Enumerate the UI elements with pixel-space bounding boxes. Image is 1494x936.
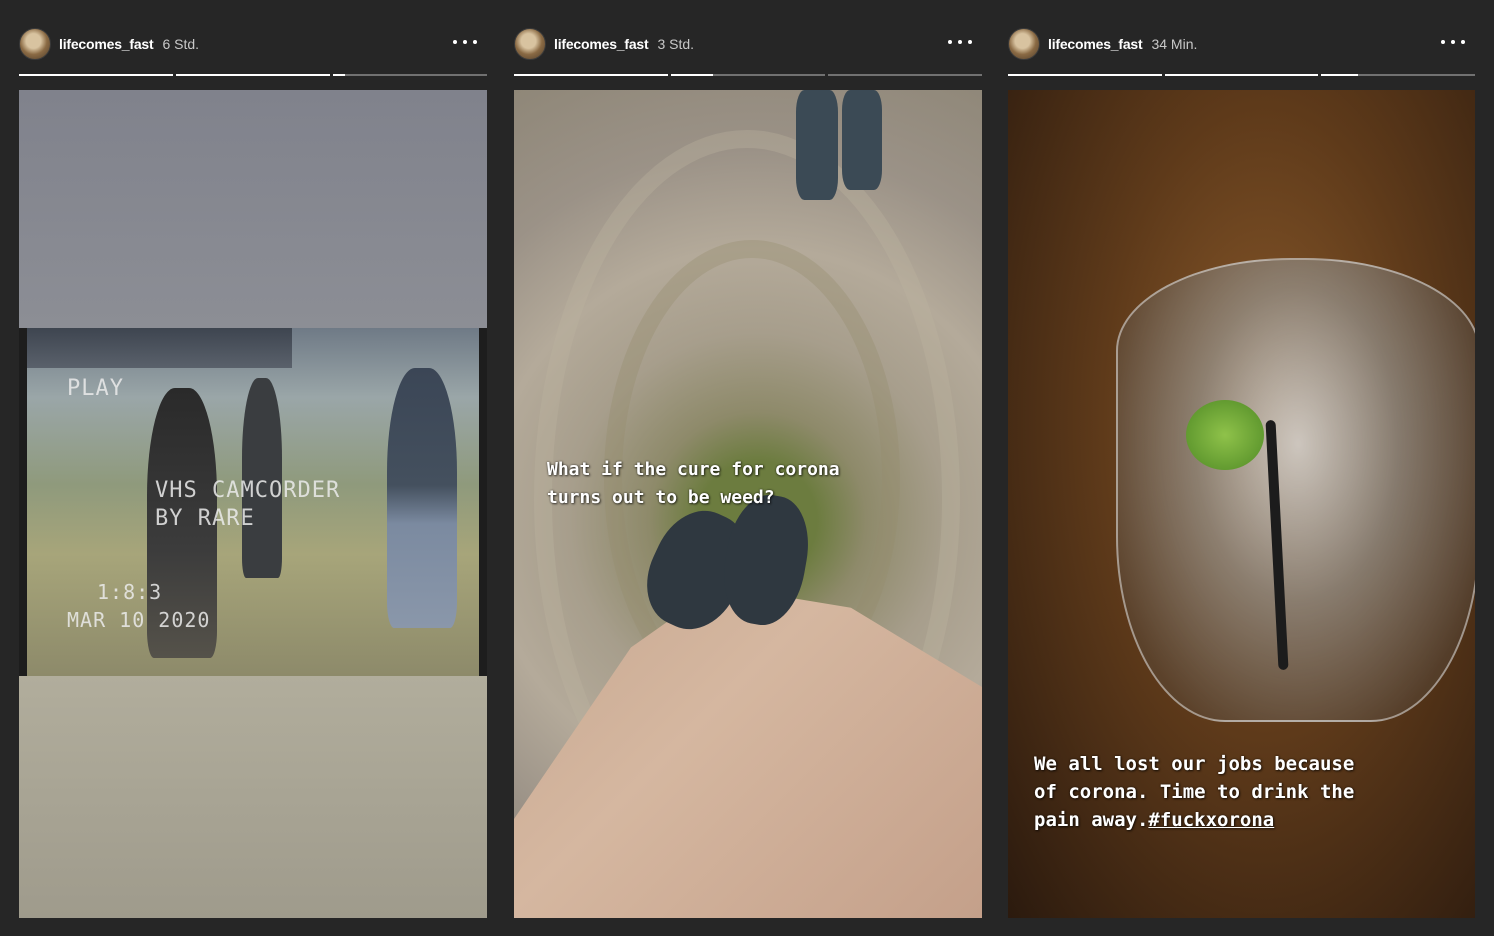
story-card-2[interactable]: lifecomes_fast 3 Std. What if the cure f…: [514, 0, 982, 936]
story-media-drink-photo[interactable]: We all lost our jobs because of corona. …: [1008, 90, 1475, 918]
story-progress-bar: [19, 74, 487, 76]
vhs-overlay-subtitle: BY RARE: [155, 506, 255, 531]
story-progress-bar: [514, 74, 982, 76]
lime-slice: [1186, 400, 1264, 470]
hashtag-link[interactable]: #fuckxorona: [1148, 809, 1274, 831]
post-time: 6 Std.: [162, 36, 200, 52]
blurred-background-top: [19, 90, 487, 328]
progress-segment: [828, 74, 982, 76]
story-caption: What if the cure for corona turns out to…: [547, 459, 840, 508]
more-options-icon[interactable]: [1441, 34, 1465, 50]
progress-segment: [671, 74, 825, 76]
avatar[interactable]: [1008, 28, 1040, 60]
vhs-photo: PLAY VHS CAMCORDER BY RARE 1:8:3 MAR 10 …: [19, 328, 487, 676]
vhs-overlay-date: MAR 10 2020: [67, 608, 211, 632]
more-options-icon[interactable]: [453, 34, 477, 50]
avatar[interactable]: [19, 28, 51, 60]
progress-segment: [514, 74, 668, 76]
post-time: 34 Min.: [1151, 36, 1198, 52]
story-progress-bar: [1008, 74, 1476, 76]
progress-segment: [333, 74, 487, 76]
progress-segment: [19, 74, 173, 76]
username[interactable]: lifecomes_fast: [554, 36, 649, 52]
progress-segment: [1321, 74, 1476, 76]
boot-right: [842, 90, 882, 190]
story-caption: We all lost our jobs because of corona. …: [1034, 750, 1464, 834]
story-header: lifecomes_fast 34 Min.: [1008, 26, 1475, 62]
story-card-3[interactable]: lifecomes_fast 34 Min. We all lost our j…: [1008, 0, 1476, 936]
story-header: lifecomes_fast 6 Std.: [19, 26, 487, 62]
tent-canopy: [27, 328, 292, 368]
person-right: [387, 368, 457, 628]
blurred-background-bottom: [19, 676, 487, 918]
story-media-swirl-photo[interactable]: What if the cure for corona turns out to…: [514, 90, 982, 918]
post-time: 3 Std.: [657, 36, 695, 52]
story-card-1[interactable]: lifecomes_fast 6 Std. PLAY VHS CAMCORDER…: [19, 0, 487, 936]
progress-segment: [1164, 74, 1319, 76]
story-header: lifecomes_fast 3 Std.: [514, 26, 982, 62]
more-options-icon[interactable]: [948, 34, 972, 50]
username[interactable]: lifecomes_fast: [59, 36, 154, 52]
vhs-overlay-title: VHS CAMCORDER: [155, 478, 341, 503]
vhs-overlay-play: PLAY: [67, 376, 124, 401]
username[interactable]: lifecomes_fast: [1048, 36, 1143, 52]
avatar[interactable]: [514, 28, 546, 60]
progress-segment: [176, 74, 330, 76]
story-media-vhs-photo[interactable]: PLAY VHS CAMCORDER BY RARE 1:8:3 MAR 10 …: [19, 90, 487, 918]
boot-left: [796, 90, 838, 200]
progress-segment: [1008, 74, 1162, 76]
glass: [1116, 258, 1475, 722]
vhs-overlay-counter: 1:8:3: [97, 580, 163, 604]
